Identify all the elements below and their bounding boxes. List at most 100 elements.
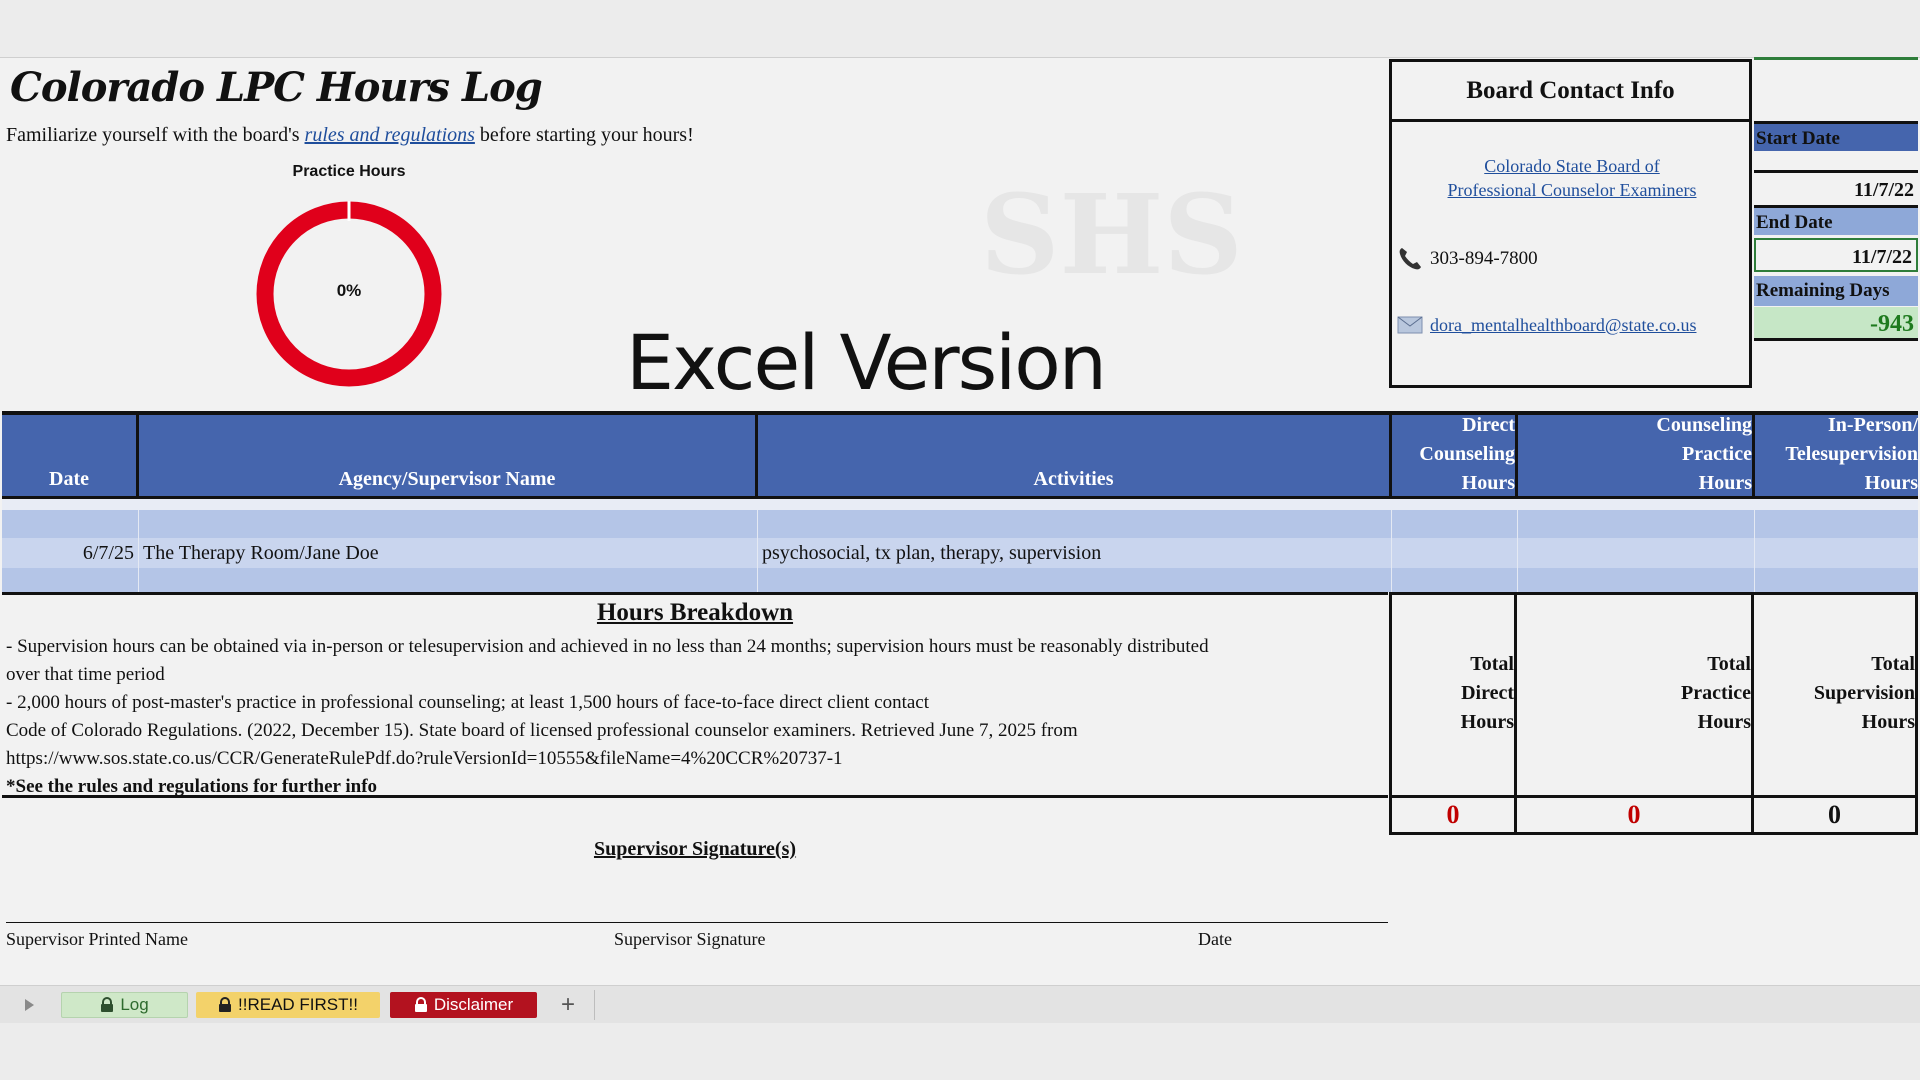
table-cell[interactable] (758, 568, 1392, 592)
total-direct-line3: Hours (1460, 710, 1514, 733)
col-date-header[interactable]: Date (2, 415, 139, 496)
intro-before: Familiarize yourself with the board's (6, 124, 305, 146)
hours-breakdown-section: Hours Breakdown - Supervision hours can … (2, 592, 1388, 798)
breakdown-line: - Supervision hours can be obtained via … (6, 636, 1209, 657)
board-phone: 303-894-7800 (1396, 245, 1538, 273)
lock-icon (219, 997, 232, 1012)
scroll-tabs-right-button[interactable] (16, 992, 42, 1018)
add-sheet-button[interactable]: + (553, 991, 583, 1018)
supervision-header-line1: In-Person/ (1828, 414, 1918, 436)
tab-log-label: Log (120, 995, 149, 1014)
table-cell[interactable] (2, 510, 139, 538)
total-supervision-line3: Hours (1861, 710, 1915, 733)
total-direct-line2: Direct (1461, 681, 1514, 704)
phone-number: 303-894-7800 (1430, 248, 1538, 269)
board-contact-header: Board Contact Info (1392, 62, 1749, 122)
col-supervision-hours-header[interactable]: In-Person/ Telesupervision Hours (1755, 414, 1918, 496)
blank-cell[interactable] (1754, 57, 1918, 118)
intro-text: Familiarize yourself with the board's ru… (6, 124, 694, 147)
row-agency-cell[interactable]: The Therapy Room/Jane Doe (139, 538, 758, 568)
tab-disclaimer[interactable]: Disclaimer (390, 992, 537, 1018)
total-practice-hours-value: 0 (1514, 797, 1754, 835)
breakdown-line: Code of Colorado Regulations. (2022, Dec… (6, 720, 1078, 741)
supervision-header-line2: Telesupervision (1785, 443, 1918, 465)
sheet-tab-bar: Log !!READ FIRST!! Disclaimer + (0, 985, 1920, 1024)
direct-header-line1: Direct (1462, 414, 1515, 436)
email-icon (1397, 316, 1423, 334)
plus-icon: + (560, 991, 575, 1018)
total-supervision-line1: Total (1871, 652, 1915, 675)
window-bottom-area (0, 1023, 1920, 1080)
table-cell[interactable] (139, 510, 758, 538)
table-cell[interactable] (758, 510, 1392, 538)
total-supervision-hours-value: 0 (1751, 797, 1918, 835)
practice-header-line2: Practice (1682, 443, 1752, 465)
breakdown-line: https://www.sos.state.co.us/CCR/Generate… (6, 748, 843, 769)
direct-header-line2: Counseling (1419, 443, 1515, 465)
row-activities-cell[interactable]: psychosocial, tx plan, therapy, supervis… (758, 538, 1392, 568)
col-direct-hours-header[interactable]: Direct Counseling Hours (1392, 414, 1518, 496)
phone-icon (1399, 248, 1421, 270)
triangle-right-icon (25, 999, 34, 1011)
watermark-logo: SHS (980, 170, 1243, 299)
tab-read-first[interactable]: !!READ FIRST!! (196, 992, 380, 1018)
practice-header-line3: Hours (1698, 472, 1752, 494)
breakdown-note: *See the rules and regulations for furth… (6, 776, 378, 797)
table-cell[interactable] (1392, 568, 1518, 592)
tab-divider (594, 990, 595, 1020)
hours-breakdown-text: - Supervision hours can be obtained via … (6, 633, 1386, 801)
signature-date-label: Date (1198, 929, 1232, 949)
table-row[interactable]: 6/7/25 The Therapy Room/Jane Doe psychos… (2, 538, 1918, 568)
table-cell[interactable] (1518, 568, 1755, 592)
rules-regulations-link[interactable]: rules and regulations (305, 124, 475, 146)
row-practice-cell[interactable] (1518, 538, 1755, 568)
table-row-blank-1[interactable] (2, 499, 1918, 510)
intro-after: before starting your hours! (474, 124, 694, 146)
total-supervision-line2: Supervision (1813, 681, 1915, 704)
email-address[interactable]: dora_mentalhealthboard@state.co.us (1430, 315, 1696, 336)
row-direct-cell[interactable] (1392, 538, 1518, 568)
tab-log[interactable]: Log (61, 992, 188, 1018)
table-cell[interactable] (1518, 510, 1755, 538)
practice-header-line1: Counseling (1656, 414, 1752, 436)
board-link-line1[interactable]: Colorado State Board of (1402, 154, 1742, 178)
remaining-days-value: -943 (1754, 307, 1918, 341)
col-activities-header[interactable]: Activities (758, 415, 1392, 496)
tab-read-first-label: !!READ FIRST!! (238, 995, 358, 1014)
start-date-label: Start Date (1754, 121, 1918, 151)
start-date-value[interactable]: 11/7/22 (1754, 170, 1918, 204)
table-row-blank-3[interactable] (2, 568, 1918, 592)
col-agency-header[interactable]: Agency/Supervisor Name (139, 415, 758, 496)
hours-breakdown-title: Hours Breakdown (596, 599, 794, 626)
supervisor-signature-label: Supervisor Signature (614, 929, 766, 949)
remaining-days-label: Remaining Days (1754, 276, 1918, 306)
table-cell[interactable] (2, 568, 139, 592)
lock-icon (101, 997, 114, 1012)
table-cell[interactable] (1392, 510, 1518, 538)
breakdown-line: - 2,000 hours of post-master's practice … (6, 692, 930, 713)
row-date-cell[interactable]: 6/7/25 (2, 538, 139, 568)
col-practice-hours-header[interactable]: Counseling Practice Hours (1518, 414, 1755, 496)
excel-version-banner: Excel Version (626, 318, 1107, 407)
supervisor-signature-title: Supervisor Signature(s) (593, 838, 797, 860)
board-link[interactable]: Colorado State Board of Professional Cou… (1402, 154, 1742, 202)
signature-line (6, 922, 1388, 923)
table-cell[interactable] (139, 568, 758, 592)
total-supervision-hours-label: Total Supervision Hours (1751, 592, 1918, 798)
page-title: Colorado LPC Hours Log (10, 64, 543, 111)
total-practice-hours-label: Total Practice Hours (1514, 592, 1754, 798)
total-practice-line2: Practice (1681, 681, 1751, 704)
supervision-header-line3: Hours (1864, 472, 1918, 494)
practice-hours-chart-title: Practice Hours (292, 163, 406, 180)
total-practice-line3: Hours (1697, 710, 1751, 733)
breakdown-line: over that time period (6, 664, 165, 685)
tab-disclaimer-label: Disclaimer (433, 995, 514, 1014)
total-direct-line1: Total (1470, 652, 1514, 675)
direct-header-line3: Hours (1461, 472, 1515, 494)
end-date-value[interactable]: 11/7/22 (1754, 238, 1918, 272)
board-email[interactable]: dora_mentalhealthboard@state.co.us (1396, 314, 1696, 336)
table-row-blank-2[interactable] (2, 510, 1918, 538)
total-practice-line1: Total (1707, 652, 1751, 675)
board-link-line2[interactable]: Professional Counselor Examiners (1402, 178, 1742, 202)
log-table-header: Date Agency/Supervisor Name Activities D… (2, 411, 1918, 499)
